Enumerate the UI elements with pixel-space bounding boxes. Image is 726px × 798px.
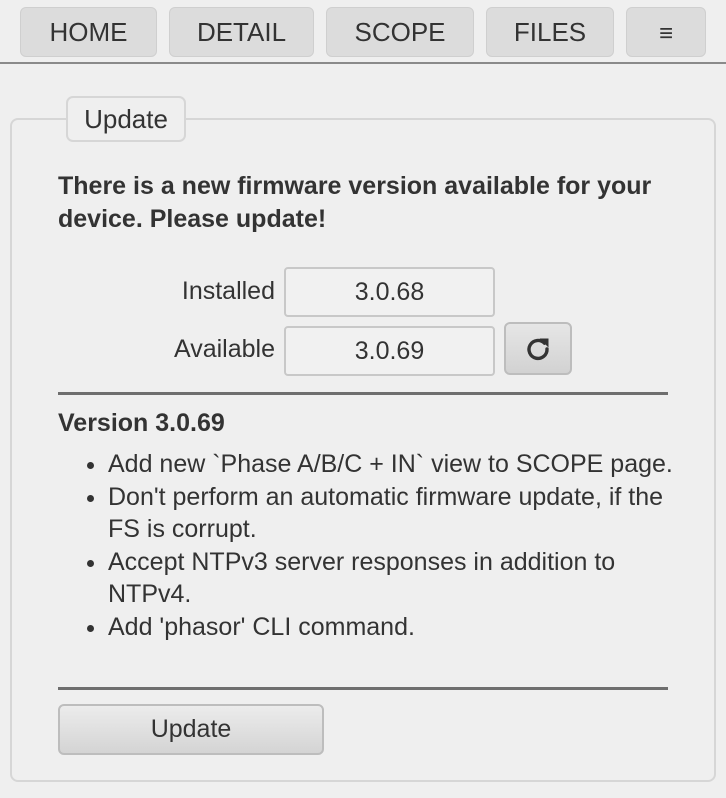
- version-title: Version 3.0.69: [58, 409, 225, 437]
- divider: [58, 392, 668, 395]
- available-label: Available: [173, 335, 275, 363]
- release-note-item: Don't perform an automatic firmware upda…: [108, 481, 678, 546]
- refresh-icon: [527, 338, 549, 360]
- tab-detail[interactable]: DETAIL: [169, 7, 314, 57]
- tab-home[interactable]: HOME: [20, 7, 157, 57]
- available-version-field: 3.0.69: [284, 326, 495, 376]
- update-notice: There is a new firmware version availabl…: [58, 172, 652, 233]
- release-note-item: Add new `Phase A/B/C + IN` view to SCOPE…: [108, 448, 678, 481]
- top-navigation: HOME DETAIL SCOPE FILES ≡: [0, 0, 726, 64]
- refresh-button[interactable]: [504, 322, 572, 375]
- hamburger-menu-icon[interactable]: ≡: [626, 7, 706, 57]
- update-button[interactable]: Update: [58, 704, 324, 755]
- update-panel-legend: Update: [66, 96, 186, 142]
- tab-files[interactable]: FILES: [486, 7, 614, 57]
- tab-scope[interactable]: SCOPE: [326, 7, 474, 57]
- divider: [58, 687, 668, 690]
- release-note-item: Accept NTPv3 server responses in additio…: [108, 546, 678, 611]
- installed-version-field: 3.0.68: [284, 267, 495, 317]
- release-notes-list: Add new `Phase A/B/C + IN` view to SCOPE…: [58, 448, 678, 643]
- installed-label: Installed: [181, 277, 275, 305]
- release-note-item: Add 'phasor' CLI command.: [108, 611, 678, 644]
